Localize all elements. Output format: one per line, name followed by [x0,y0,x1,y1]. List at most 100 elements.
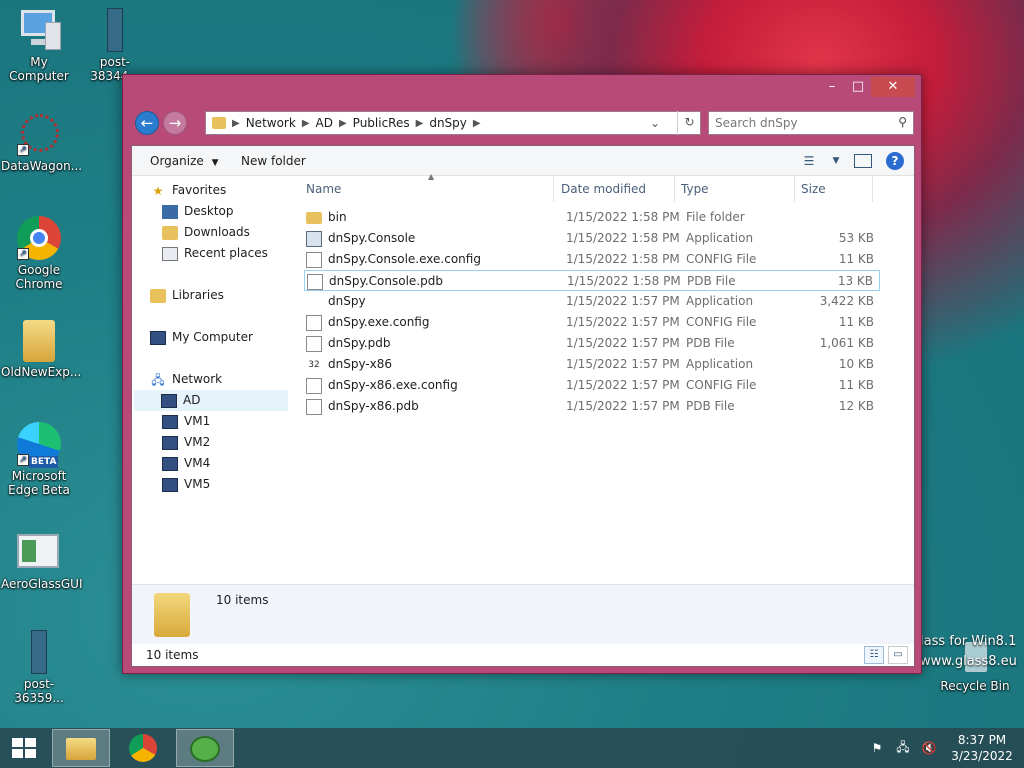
file-row[interactable]: 32 dnSpy-x86 1/15/2022 1:57 PM Applicatio… [304,354,880,375]
file-row[interactable]: dnSpy.pdb 1/15/2022 1:57 PM PDB File 1,0… [304,333,880,354]
nav-host-vm4[interactable]: VM4 [162,453,210,474]
computer-icon [162,456,178,471]
document-icon [306,251,322,268]
file-row[interactable]: dnSpy 1/15/2022 1:57 PM Application 3,42… [304,291,880,312]
file-row[interactable]: dnSpy-x86.exe.config 1/15/2022 1:57 PM C… [304,375,880,396]
help-icon[interactable]: ? [886,152,904,170]
view-toggle: ☷ ▭ [864,646,908,664]
clock[interactable]: 8:37 PM 3/23/2022 [946,732,1018,764]
change-view-icon[interactable]: ☰ [800,152,818,170]
desktop-icon-post-38344[interactable]: post-38344... [77,8,153,83]
new-folder-button[interactable]: New folder [241,154,306,168]
file-row[interactable]: bin 1/15/2022 1:58 PM File folder [304,207,880,228]
folder-icon [154,593,190,637]
column-header-date[interactable]: Date modified [555,176,675,202]
desktop-icon-google-chrome[interactable]: ↗ Google Chrome [1,216,77,291]
large-icons-view-icon[interactable]: ▭ [888,646,908,664]
nav-label: Recent places [184,246,268,260]
forward-button[interactable]: → [163,111,187,135]
desktop-icon-my-computer[interactable]: My Computer [1,8,77,83]
file-row-selected[interactable]: dnSpy.Console.pdb 1/15/2022 1:58 PM PDB … [304,270,880,291]
clock-date: 3/23/2022 [951,749,1013,763]
system-tray: ⚑ 🖧 🔇 8:37 PM 3/23/2022 [868,728,1018,768]
desktop-icon-label: post-36359... [14,677,64,705]
breadcrumb-network[interactable]: Network [246,116,296,130]
network-status-icon[interactable]: 🖧 [894,738,912,759]
address-dropdown-icon[interactable]: ⌄ [650,116,660,130]
nav-host-vm1[interactable]: VM1 [162,411,210,432]
nav-downloads[interactable]: Downloads [162,222,250,243]
close-button[interactable]: ✕ [871,77,915,97]
downloads-folder-icon [162,225,178,240]
dropdown-arrow-icon[interactable]: ▼ [832,152,840,170]
desktop-icon-label: Google Chrome [15,263,63,291]
archive-file-icon [93,8,137,52]
nav-host-vm5[interactable]: VM5 [162,474,210,495]
nav-favorites[interactable]: ★ Favorites [150,180,227,201]
view-controls: ☰ ▼ ? [800,152,904,170]
command-bar: Organize ▼ New folder ☰ ▼ ? [132,146,914,176]
network-icon: 🖧 [151,372,165,387]
desktop-icon-edge-beta[interactable]: BETA ↗ Microsoft Edge Beta [1,422,77,497]
search-input[interactable]: Search dnSpy ⚲ [708,111,914,135]
taskbar-frog-app[interactable] [176,729,234,767]
action-center-flag-icon[interactable]: ⚑ [868,741,886,755]
monitor-icon [17,8,61,52]
breadcrumb-publicres[interactable]: PublicRes [353,116,410,130]
file-row[interactable]: dnSpy-x86.pdb 1/15/2022 1:57 PM PDB File… [304,396,880,417]
file-size: 11 KB [838,315,874,329]
maximize-button[interactable]: □ [845,77,871,97]
chevron-right-icon: ▶ [472,117,481,129]
dnspy-app-icon [306,294,322,310]
preview-pane-icon[interactable] [854,154,872,168]
back-button[interactable]: ← [135,111,159,135]
desktop-icon-post-36359[interactable]: post-36359... [1,630,77,705]
file-date: 1/15/2022 1:58 PM [566,252,680,266]
nav-label: Desktop [184,204,234,218]
file-size: 12 KB [838,399,874,413]
file-row[interactable]: dnSpy.Console.exe.config 1/15/2022 1:58 … [304,249,880,270]
column-header-type[interactable]: Type [675,176,795,202]
file-type: Application [686,357,754,371]
file-date: 1/15/2022 1:58 PM [567,274,681,288]
nav-desktop[interactable]: Desktop [162,201,234,222]
nav-host-ad[interactable]: AD [134,390,288,411]
file-type: PDB File [687,274,736,288]
desktop-icon-label: DataWagon... [1,159,83,173]
taskbar-file-explorer[interactable] [52,729,110,767]
nav-label: VM5 [184,477,211,491]
column-header-name[interactable]: Name [300,176,554,202]
file-row[interactable]: dnSpy.Console 1/15/2022 1:58 PM Applicat… [304,228,880,249]
address-bar[interactable]: ▶ Network ▶ AD ▶ PublicRes ▶ dnSpy ▶ ⌄ [205,111,701,135]
application-icon [306,230,322,247]
breadcrumb-dnspy[interactable]: dnSpy [429,116,467,130]
frog-app-icon [190,736,220,762]
refresh-button[interactable]: ↻ [677,111,701,135]
nav-my-computer[interactable]: My Computer [150,327,253,348]
file-row[interactable]: dnSpy.exe.config 1/15/2022 1:57 PM CONFI… [304,312,880,333]
nav-host-vm2[interactable]: VM2 [162,432,210,453]
organize-button[interactable]: Organize ▼ [150,154,219,168]
desktop-icon-datawagon[interactable]: ↗ DataWagon... [1,112,83,173]
column-header-size[interactable]: Size [795,176,873,202]
breadcrumb-ad[interactable]: AD [316,116,333,130]
nav-recent-places[interactable]: Recent places [162,243,268,264]
taskbar-chrome[interactable] [114,729,172,767]
desktop-icon-label: My Computer [9,55,69,83]
speaker-muted-icon[interactable]: 🔇 [920,741,938,755]
file-list: ▲ Name Date modified Type Size bin 1/15/… [300,172,914,584]
file-date: 1/15/2022 1:57 PM [566,315,680,329]
shortcut-arrow-icon: ↗ [17,144,29,156]
star-icon: ★ [152,183,164,198]
watermark-line: www.glass8.eu [920,654,1017,669]
desktop-icon-oldnewexp[interactable]: OldNewExp... [1,318,81,379]
start-button[interactable] [0,728,50,768]
shortcut-arrow-icon: ↗ [17,248,29,260]
nav-network[interactable]: 🖧 Network [150,369,222,390]
details-view-icon[interactable]: ☷ [864,646,884,664]
minimize-button[interactable]: – [819,77,845,97]
file-date: 1/15/2022 1:57 PM [566,336,680,350]
nav-libraries[interactable]: Libraries [150,285,224,306]
desktop-icon-aeroglassgui[interactable]: AeroGlassGUI [1,530,83,591]
libraries-icon [150,288,166,303]
